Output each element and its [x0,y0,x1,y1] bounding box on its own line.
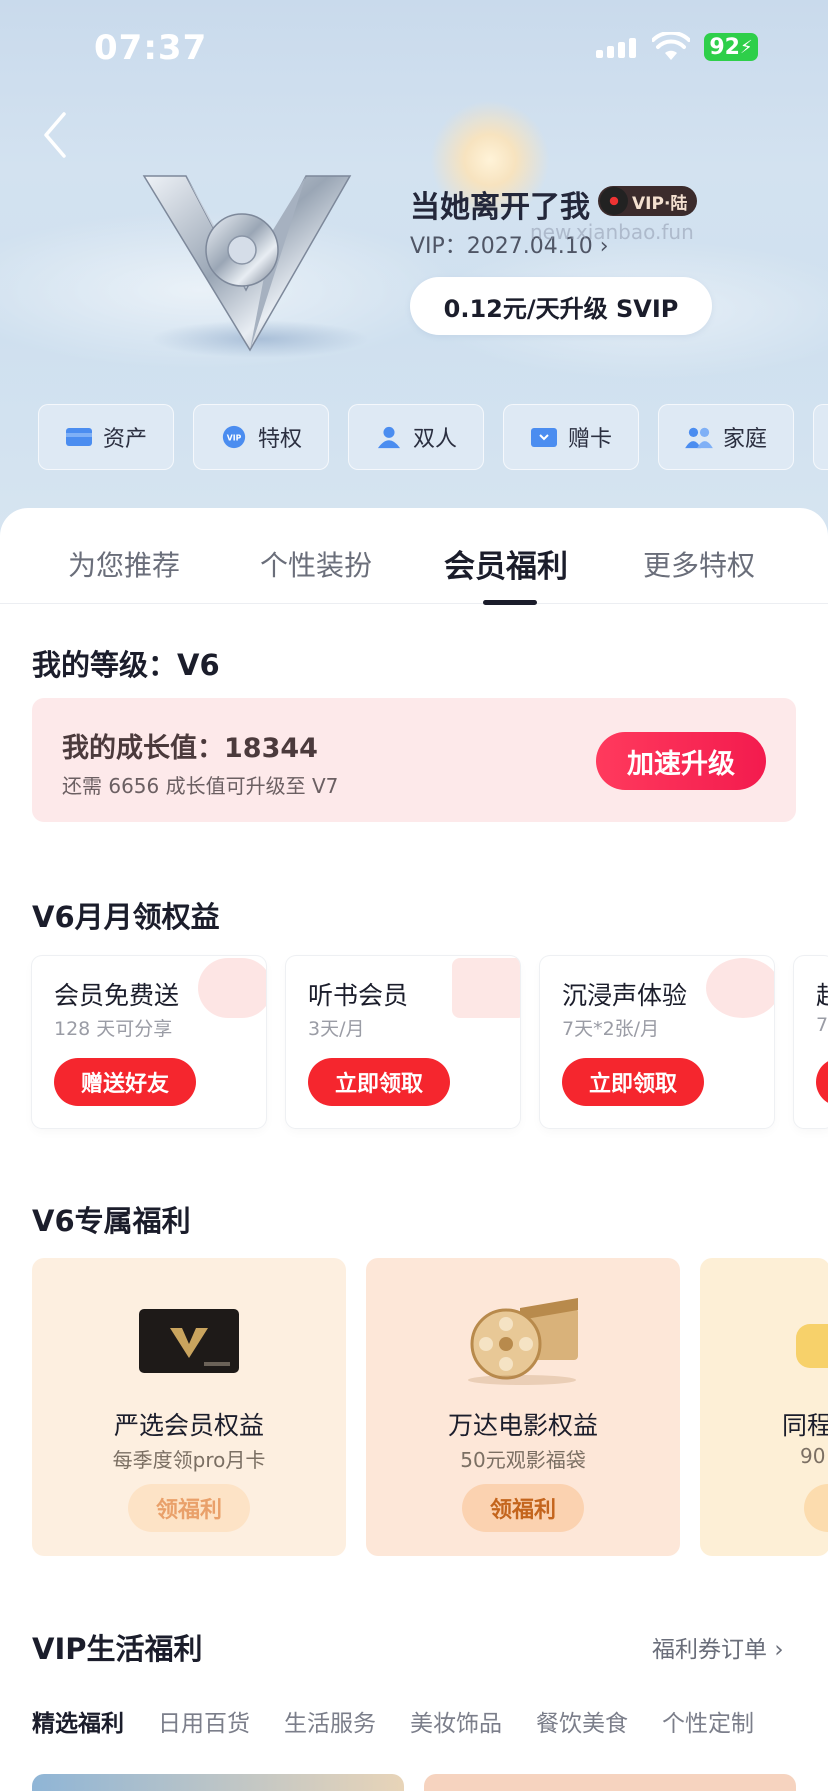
growth-value: 我的成长值：18344 [62,733,318,764]
monthly-card-title: 沉浸声体验 [562,981,688,1010]
monthly-card-title: 会员免费送 [54,981,180,1010]
monthly-benefits-row: 会员免费送 128 天可分享 赠送好友 听书会员 3天/月 立即领取 沉浸声体验… [32,956,828,1128]
monthly-card-subtitle: 7天*2张/月 [562,1018,660,1040]
growth-hint: 还需 6656 成长值可升级至 V7 [62,774,339,798]
claim-benefit-button[interactable]: 领 [804,1484,828,1532]
cellular-signal-icon [596,38,636,58]
quick-action-label: 家庭 [722,427,767,452]
life-tab-life-services[interactable]: 生活服务 [284,1704,376,1738]
upgrade-svip-button[interactable]: 0.12元/天升级 SVIP [410,277,712,335]
vip-life-benefits-title: VIP生活福利 [32,1632,203,1666]
monthly-card-immersive-sound[interactable]: 沉浸声体验 7天*2张/月 立即领取 [540,956,774,1128]
exclusive-card-title: 同程 [782,1411,828,1440]
gift-card-icon [530,428,557,447]
life-product-card[interactable] [32,1774,404,1791]
svg-text:VIP: VIP [227,433,242,442]
tab-bar: 为您推荐 个性装扮 会员福利 更多特权 [0,508,828,605]
monthly-card-title: 听书会员 [308,981,409,1010]
claim-button[interactable] [816,1058,828,1106]
quick-action-family[interactable]: 家庭 [658,404,794,470]
exclusive-card-tongcheng[interactable]: 同程 90 领 [700,1258,828,1556]
active-tab-indicator [483,600,537,605]
life-product-card[interactable] [424,1774,796,1791]
claim-now-button[interactable]: 立即领取 [308,1058,450,1106]
exclusive-benefits-title: V6专属福利 [32,1204,191,1238]
battery-level: 92 [709,34,740,60]
life-tab-beauty[interactable]: 美妆饰品 [410,1704,502,1738]
vip-level-badge: VIP·陆 [598,186,698,216]
quick-action-assets[interactable]: 资产 [38,404,174,470]
status-bar: 07:37 92 ⚡ [0,28,828,72]
quick-action-label: 赠卡 [567,427,612,452]
content-panel: 为您推荐 个性装扮 会员福利 更多特权 我的等级：V6 我的成长值：18344 … [0,508,828,1791]
coupon-orders-link[interactable]: 福利券订单 › [652,1630,784,1664]
speed-upgrade-button[interactable]: 加速升级 [596,732,766,790]
person-icon [377,426,401,449]
exclusive-card-subtitle: 50元观影福袋 [460,1448,586,1472]
wifi-icon [652,32,690,60]
claim-benefit-button[interactable]: 领福利 [128,1484,250,1532]
quick-action-privilege[interactable]: VIP 特权 [193,404,329,470]
tab-member-benefits[interactable]: 会员福利 [444,541,568,586]
back-arrow-icon[interactable] [40,110,70,160]
monthly-card-subtitle: 128 天可分享 [54,1018,173,1040]
header-hero: 07:37 92 ⚡ 当她离开了我 VIP·陆 VIP：2027.04.10 ›… [0,0,828,560]
family-icon [685,427,713,449]
life-tab-daily-goods[interactable]: 日用百货 [158,1704,250,1738]
chevron-right-icon: › [774,1637,784,1663]
tab-recommend[interactable]: 为您推荐 [68,544,180,584]
vip-badge-label: VIP·陆 [632,193,688,214]
quick-action-more[interactable] [813,404,828,470]
monthly-card-subtitle: 3天/月 [308,1018,365,1040]
monthly-card-free-gift[interactable]: 会员免费送 128 天可分享 赠送好友 [32,956,266,1128]
black-vip-card-icon [139,1309,239,1373]
quick-actions-row: 资产 VIP 特权 双人 赠卡 家庭 [38,404,828,470]
life-tab-custom[interactable]: 个性定制 [662,1704,754,1738]
life-category-tabs: 精选福利 日用百货 生活服务 美妆饰品 餐饮美食 个性定制 [32,1704,788,1738]
my-level-title: 我的等级：V6 [32,648,220,682]
smile-face-icon [198,958,266,1018]
exclusive-card-wanda[interactable]: 万达电影权益 50元观影福袋 领福利 [366,1258,680,1556]
tab-decoration[interactable]: 个性装扮 [260,544,372,584]
vinyl-disc-icon [600,187,628,215]
exclusive-card-title: 万达电影权益 [447,1411,598,1440]
claim-benefit-button[interactable]: 领福利 [462,1484,584,1532]
quick-action-duo[interactable]: 双人 [348,404,484,470]
watermark-text: new.xianbao.fun [530,220,694,244]
film-reel-icon [468,1298,578,1385]
tab-more-privileges[interactable]: 更多特权 [643,544,755,584]
quick-action-label: 特权 [257,427,302,452]
coupon-orders-label: 福利券订单 [652,1637,767,1663]
headphones-icon [706,958,774,1018]
taxi-icon [796,1324,828,1368]
quick-action-label: 双人 [412,427,457,452]
wallet-icon [65,428,92,446]
vip-icon: VIP [222,425,246,449]
battery-indicator: 92 ⚡ [704,33,758,61]
gift-friend-button[interactable]: 赠送好友 [54,1058,196,1106]
quick-action-gift-card[interactable]: 赠卡 [503,404,639,470]
monthly-card-subtitle: 7 [816,1014,828,1036]
charging-icon: ⚡ [739,36,753,58]
life-tab-selected[interactable]: 精选福利 [32,1704,124,1738]
exclusive-benefits-row: 严选会员权益 每季度领pro月卡 领福利 万达电影权益 50元观影福袋 领福利 … [32,1258,828,1556]
exclusive-card-subtitle: 90 [800,1444,826,1468]
monthly-card-partial[interactable]: 超 7 [794,956,828,1128]
monthly-card-title: 超 [816,976,828,1012]
exclusive-card-yanxuan[interactable]: 严选会员权益 每季度领pro月卡 领福利 [32,1258,346,1556]
book-audio-icon [452,958,520,1018]
exclusive-card-subtitle: 每季度领pro月卡 [112,1448,266,1472]
growth-card: 我的成长值：18344 还需 6656 成长值可升级至 V7 加速升级 [32,698,796,822]
status-time: 07:37 [94,28,208,68]
life-tab-food[interactable]: 餐饮美食 [536,1704,628,1738]
claim-now-button[interactable]: 立即领取 [562,1058,704,1106]
exclusive-card-title: 严选会员权益 [113,1411,264,1440]
quick-action-label: 资产 [102,427,147,452]
monthly-card-audiobook[interactable]: 听书会员 3天/月 立即领取 [286,956,520,1128]
v6-diamond-logo [142,175,352,352]
monthly-benefits-title: V6月月领权益 [32,900,220,934]
